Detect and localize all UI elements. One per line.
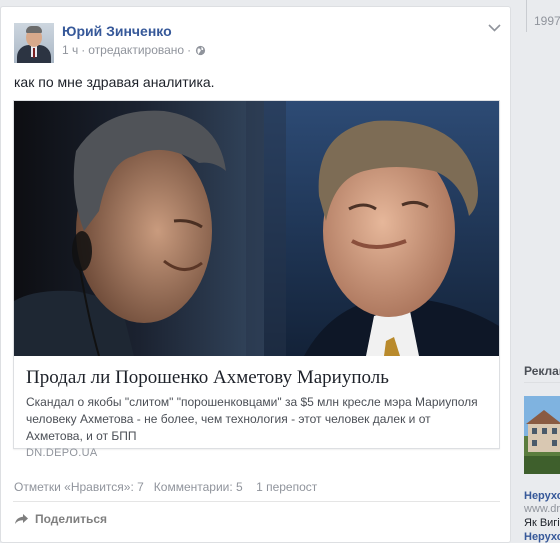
ads-header: Реклама — [524, 364, 560, 378]
meta-separator: · — [81, 43, 86, 57]
author-name[interactable]: Юрий Зинченко — [62, 23, 172, 39]
chevron-down-icon[interactable] — [488, 24, 501, 32]
share-label: Поделиться — [35, 512, 108, 526]
comments-count[interactable]: Комментарии: 5 — [154, 480, 243, 494]
right-column: 1997 Реклама Нерухо www.dr Як Вигі Нерух… — [514, 0, 560, 543]
ad-image[interactable] — [524, 396, 560, 474]
ad-url[interactable]: www.dr — [524, 503, 560, 515]
edited-label[interactable]: отредактировано — [88, 43, 184, 57]
link-title[interactable]: Продал ли Порошенко Ахметову Мариуполь — [26, 367, 389, 389]
share-button[interactable]: Поделиться — [14, 512, 107, 526]
ad-text: Як Вигі — [524, 517, 560, 529]
photo-illustration — [14, 101, 499, 356]
author-avatar[interactable] — [14, 23, 54, 63]
right-column-divider — [526, 0, 527, 32]
post-timestamp[interactable]: 1 ч — [62, 43, 78, 57]
post-meta: 1 ч · отредактировано · — [62, 43, 206, 57]
link-preview-image[interactable] — [14, 101, 499, 356]
post-stats: Отметки «Нравится»: 7 Комментарии: 5 1 п… — [14, 480, 317, 494]
ads-divider — [524, 382, 560, 383]
likes-count[interactable]: Отметки «Нравится»: 7 — [14, 480, 144, 494]
share-arrow-icon — [15, 514, 28, 524]
meta-separator-2: · — [187, 43, 192, 57]
right-top-text: 1997 — [534, 14, 560, 28]
post-divider — [13, 501, 500, 502]
link-source-domain[interactable]: DN.DEPO.UA — [26, 447, 97, 459]
link-description[interactable]: Скандал о якобы "слитом" "порошенковцами… — [26, 394, 488, 445]
post-status-text: как по мне здравая аналитика. — [14, 74, 215, 90]
ad-title-2[interactable]: Нерухо — [524, 531, 560, 543]
link-preview-card[interactable]: Продал ли Порошенко Ахметову Мариуполь С… — [13, 100, 500, 459]
ad-title[interactable]: Нерухо — [524, 490, 560, 502]
ad-building-illustration — [524, 396, 560, 474]
globe-icon[interactable] — [195, 45, 206, 56]
shares-count[interactable]: 1 перепост — [256, 480, 317, 494]
feed-post: Юрий Зинченко 1 ч · отредактировано · ка… — [0, 6, 511, 543]
